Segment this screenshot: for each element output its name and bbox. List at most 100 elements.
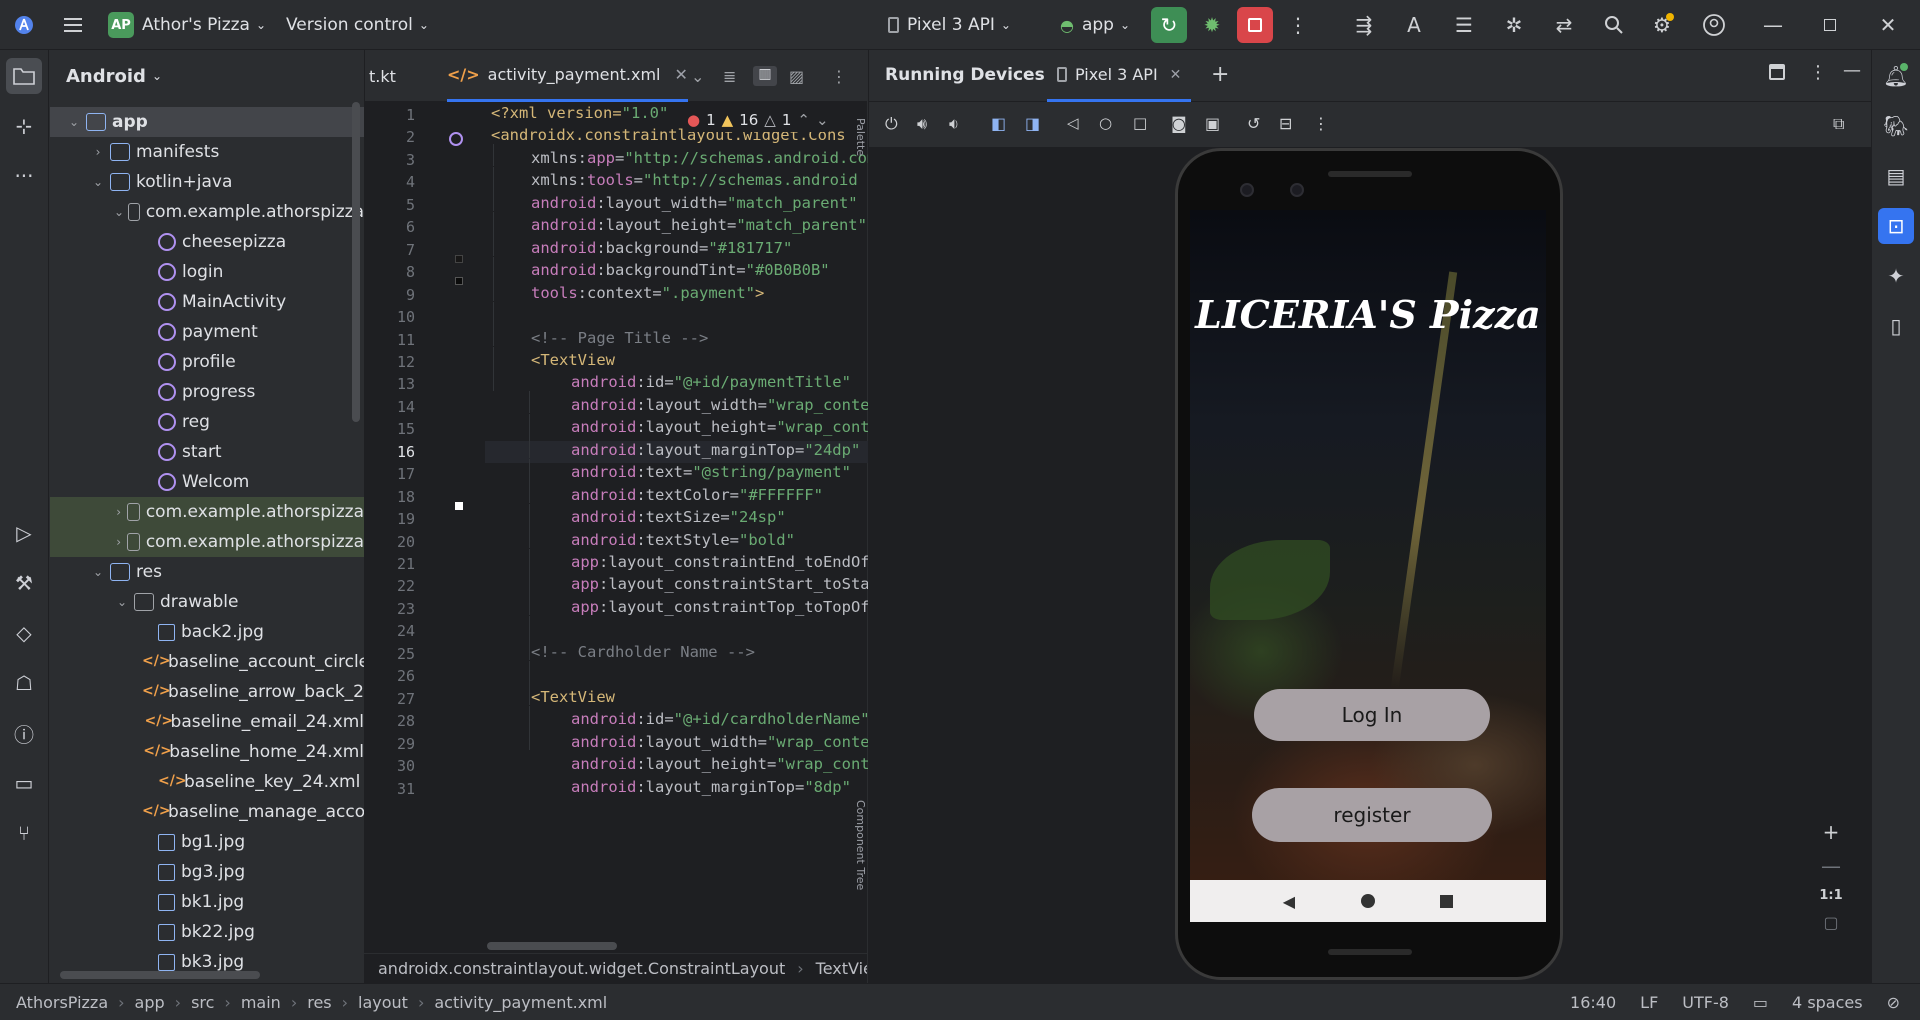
rotate-left-icon[interactable]: ◧ [991,114,1006,133]
tree-h-scrollbar[interactable] [60,971,260,979]
tree-node[interactable]: ⌄ kotlin+java [50,167,364,197]
gemini-icon[interactable]: ✦ [1878,258,1914,294]
tree-node[interactable]: bg3.jpg [50,857,364,887]
git-branch-icon[interactable]: ⑂ [6,815,42,851]
code-view-icon[interactable]: ≣ [723,50,736,102]
terminal-icon[interactable]: ▭ [6,765,42,801]
tree-node[interactable]: ⌄ app [50,107,364,137]
palette-side-tab[interactable]: Palette [852,118,867,156]
tree-node[interactable]: › com.example.athorspizza [50,527,364,557]
volume-down-icon[interactable]: 🔉︎ [949,114,959,134]
line-separator[interactable]: LF [1640,993,1658,1012]
tabs-dropdown-icon[interactable]: ⌄ [691,50,704,102]
tab-activity-payment[interactable]: </> activity_payment.xml ✕ [447,50,688,102]
device-explorer-icon[interactable]: ▤ [1878,158,1914,194]
more-device-icon[interactable]: ⋮ [1313,114,1329,133]
reset-icon[interactable]: ↺ [1247,114,1260,133]
overview-icon[interactable]: □ [1133,114,1147,132]
restore-icon[interactable] [1812,7,1848,43]
tree-node[interactable]: </> baseline_account_circle [50,647,364,677]
translate-icon[interactable]: A [1396,7,1432,43]
indent-setting[interactable]: 4 spaces [1792,993,1863,1012]
tree-node[interactable]: profile [50,347,364,377]
breadcrumb-item[interactable]: TextView [816,959,867,978]
zoom-fit-icon[interactable]: ▢ [1823,913,1838,932]
file-encoding[interactable]: UTF-8 [1682,993,1729,1012]
status-path-item[interactable]: layout [358,993,408,1012]
tree-node[interactable]: › manifests [50,137,364,167]
gem-tool-icon[interactable]: ◇ [6,615,42,651]
tree-node[interactable]: reg [50,407,364,437]
device-tab[interactable]: Pixel 3 API ✕ [1047,50,1192,102]
tree-node[interactable]: start [50,437,364,467]
run-config-selector[interactable]: ◓ app ⌄ [1060,0,1130,50]
tree-node[interactable]: cheesepizza [50,227,364,257]
main-menu-icon[interactable] [55,7,91,43]
project-view-selector[interactable]: Android ⌄ [50,50,364,102]
account-icon[interactable] [1696,7,1732,43]
zoom-in-icon[interactable]: + [1823,820,1840,844]
project-tool-icon[interactable] [6,58,42,94]
login-button[interactable]: Log In [1254,689,1490,741]
attach-debugger-icon[interactable]: ✲ [1496,7,1532,43]
settings-gear-icon[interactable]: ⚙ [1644,7,1680,43]
power-icon[interactable]: ⏻ [885,114,898,134]
minimize-icon[interactable]: — [1755,7,1791,43]
tree-node[interactable]: Welcom [50,467,364,497]
tree-node[interactable]: progress [50,377,364,407]
tree-node[interactable]: payment [50,317,364,347]
editor-more-icon[interactable]: ⋮ [831,50,847,102]
project-switcher[interactable]: AP Athor's Pizza ⌄ [108,0,266,50]
zoom-actual-size[interactable]: 1:1 [1819,888,1842,903]
chevron-down-icon[interactable]: ⌄ [90,175,106,189]
split-view-icon[interactable]: ▥ [753,50,777,102]
tree-node[interactable]: </> baseline_manage_acco [50,797,364,827]
register-button[interactable]: register [1252,788,1492,842]
gradle-icon[interactable]: 🐘︎ [1878,108,1914,144]
tree-node[interactable]: </> baseline_arrow_back_2 [50,677,364,707]
run-tool-icon[interactable]: ▷ [6,515,42,551]
chevron-down-icon[interactable]: ⌄ [66,115,82,129]
mirror-settings-icon[interactable]: ⧉ [1833,114,1844,134]
tree-node[interactable]: ⌄ com.example.athorspizza [50,197,364,227]
class-gutter-icon[interactable] [449,131,463,150]
problems-icon[interactable]: ⓘ [6,715,42,751]
tree-node[interactable]: </> baseline_key_24.xml [50,767,364,797]
stop-button[interactable] [1237,7,1273,43]
device-screen[interactable]: LICERIA'S Pizza Log In register ◀ [1190,210,1546,922]
window-layout-icon[interactable] [1769,64,1785,80]
design-view-icon[interactable]: ▨ [789,50,804,102]
add-device-icon[interactable]: + [1211,62,1229,87]
code-area[interactable]: <?xml version="1.0" <androidx.constraintl… [485,102,868,940]
tree-node[interactable]: MainActivity [50,287,364,317]
chevron-down-icon[interactable]: ⌄ [90,565,106,579]
tree-node[interactable]: › com.example.athorspizza [50,497,364,527]
nav-home-icon[interactable] [1360,894,1375,908]
logcat-icon[interactable]: ☖ [6,665,42,701]
running-devices-tool-icon[interactable]: ⊡ [1878,208,1914,244]
panel-options-icon[interactable]: ⋮ [1809,62,1827,83]
chevron-right-icon[interactable]: › [114,535,123,549]
vcs-menu[interactable]: Version control ⌄ [286,0,429,50]
tree-node[interactable]: ⌄ drawable [50,587,364,617]
close-tab-icon[interactable]: ✕ [1170,67,1182,83]
close-icon[interactable]: ✕ [1870,7,1906,43]
rotate-right-icon[interactable]: ◨ [1025,114,1040,133]
status-path-item[interactable]: app [135,993,165,1012]
color-swatch-icon[interactable] [455,248,463,267]
notifications-icon[interactable]: 🔔︎ [1878,58,1914,94]
debug-button[interactable]: ✹ [1194,7,1230,43]
status-path-item[interactable]: res [307,993,331,1012]
record-icon[interactable]: ▣ [1205,114,1220,133]
tree-node[interactable]: ⌄ res [50,557,364,587]
tree-node[interactable]: login [50,257,364,287]
device-manager-icon[interactable]: ⇄ [1546,7,1582,43]
build-variants-icon[interactable]: ☰ [1446,7,1482,43]
status-path-item[interactable]: src [191,993,214,1012]
chevron-right-icon[interactable]: › [90,145,106,159]
hide-panel-icon[interactable]: — [1843,60,1861,81]
search-icon[interactable] [1596,7,1632,43]
color-swatch-icon[interactable] [455,495,463,514]
tab-kotlin-file[interactable]: t.kt [369,50,396,102]
home-icon[interactable]: ○ [1099,114,1112,132]
